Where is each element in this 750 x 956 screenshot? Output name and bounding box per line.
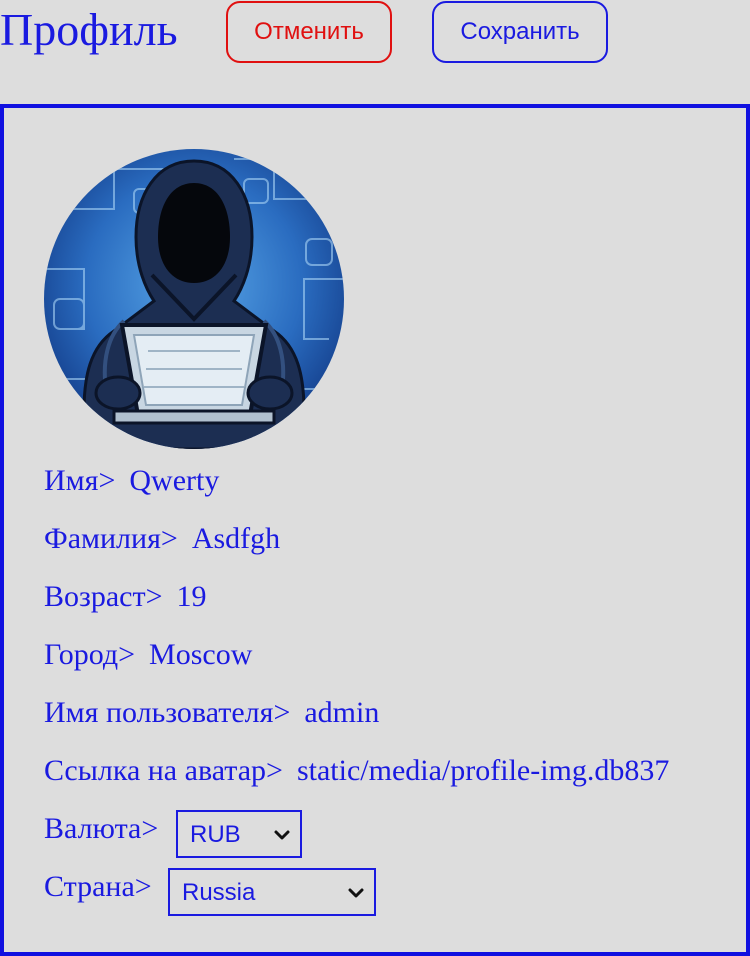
field-value: Asdfgh bbox=[191, 522, 281, 555]
currency-label: Валюта> bbox=[44, 812, 159, 845]
country-select[interactable]: Russia bbox=[168, 868, 376, 916]
field-value: static/media/profile-img.db837 bbox=[296, 754, 670, 787]
field-age: Возраст> 19 bbox=[44, 579, 207, 615]
hacker-avatar-icon bbox=[44, 149, 344, 449]
currency-select-value: RUB bbox=[190, 821, 241, 848]
field-first-name: Имя> Qwerty bbox=[44, 463, 219, 499]
avatar bbox=[44, 149, 344, 449]
field-label: Возраст> bbox=[44, 580, 163, 613]
field-label: Имя> bbox=[44, 464, 116, 497]
field-label: Город> bbox=[44, 638, 136, 671]
country-label: Страна> bbox=[44, 870, 152, 903]
field-value: Qwerty bbox=[129, 464, 220, 497]
save-button[interactable]: Сохранить bbox=[432, 1, 608, 63]
field-city: Город> Moscow bbox=[44, 637, 252, 673]
field-label: Имя пользователя> bbox=[44, 696, 291, 729]
chevron-down-icon bbox=[274, 830, 290, 840]
field-label: Ссылка на аватар> bbox=[44, 754, 283, 787]
chevron-down-icon bbox=[348, 888, 364, 898]
field-value: 19 bbox=[176, 580, 207, 613]
country-select-value: Russia bbox=[182, 879, 256, 906]
field-last-name: Фамилия> Asdfgh bbox=[44, 521, 280, 557]
field-value: Moscow bbox=[149, 638, 253, 671]
profile-card: Имя> Qwerty Фамилия> Asdfgh Возраст> 19 Гор… bbox=[0, 104, 750, 956]
field-username: Имя пользователя> admin bbox=[44, 695, 379, 731]
field-avatar-link: Ссылка на аватар> static/media/profile-im… bbox=[44, 753, 708, 789]
page-title: Профиль bbox=[0, 4, 178, 55]
currency-select[interactable]: RUB bbox=[176, 810, 302, 858]
cancel-button[interactable]: Отменить bbox=[226, 1, 392, 63]
field-value: admin bbox=[304, 696, 380, 729]
field-label: Фамилия> bbox=[44, 522, 178, 555]
